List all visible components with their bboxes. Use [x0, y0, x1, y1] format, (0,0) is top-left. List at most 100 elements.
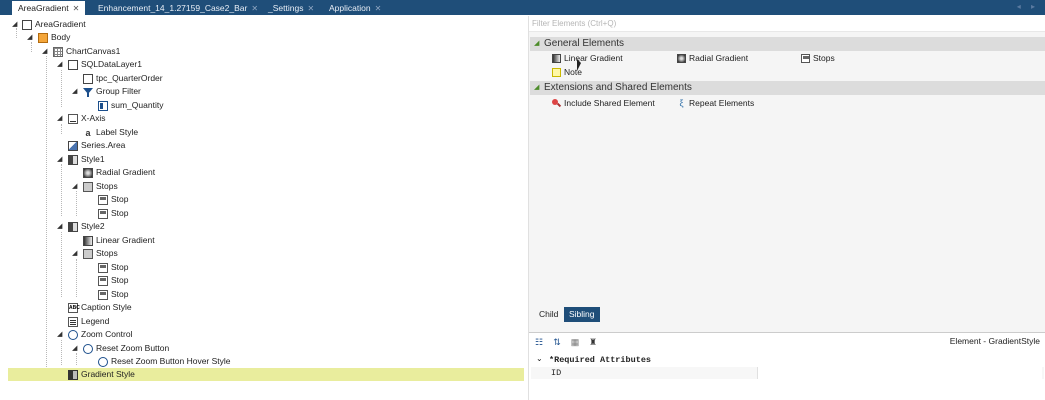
tree-node-stop[interactable]: Stop — [98, 288, 129, 301]
stop-icon — [98, 208, 108, 219]
tree-node-stop[interactable]: Stop — [98, 261, 129, 274]
tree-node-stops-2[interactable]: Stops — [83, 247, 118, 260]
tree-node-label: Style1 — [81, 154, 105, 164]
collapse-triangle-icon[interactable]: ◢ — [72, 345, 80, 353]
tree-node-label-style[interactable]: a Label Style — [83, 126, 138, 139]
sibling-button[interactable]: Sibling — [564, 307, 600, 322]
legend-icon — [68, 316, 78, 327]
attributes-element-title: Element - GradientStyle — [949, 336, 1040, 346]
tree-node-style2[interactable]: Style2 — [68, 220, 105, 233]
agent-icon[interactable]: ♜ — [587, 336, 599, 348]
tree-node-style1[interactable]: Style1 — [68, 153, 105, 166]
collapse-triangle-icon[interactable]: ◢ — [57, 61, 65, 69]
tree-node-radial-gradient[interactable]: Radial Gradient — [83, 166, 155, 179]
tree-node-areagradient[interactable]: AreaGradient — [22, 18, 86, 31]
tree-node-group-filter[interactable]: Group Filter — [83, 85, 141, 98]
child-button[interactable]: Child — [534, 307, 563, 322]
tab-enhancement[interactable]: Enhancement_14_1.27159_Case2_Bar ✕ — [92, 1, 264, 15]
expand-triangle-icon[interactable]: ◢ — [534, 81, 539, 95]
collapse-chevron-icon[interactable]: ⌄ — [536, 354, 543, 366]
id-field[interactable] — [757, 367, 1042, 379]
tree-node-label: Reset Zoom Button Hover Style — [111, 356, 231, 366]
chart-canvas-icon — [53, 46, 63, 57]
tab-settings[interactable]: _Settings ✕ — [262, 1, 320, 15]
tree-node-stop[interactable]: Stop — [98, 207, 129, 220]
tree-node-linear-gradient[interactable]: Linear Gradient — [83, 234, 155, 247]
tree-node-label: Stop — [111, 275, 129, 285]
collapse-triangle-icon[interactable]: ◢ — [27, 34, 35, 42]
collapse-triangle-icon[interactable]: ◢ — [57, 331, 65, 339]
tree-node-legend[interactable]: Legend — [68, 315, 109, 328]
zoom-icon — [98, 356, 108, 367]
tab-areagradient[interactable]: AreaGradient ✕ — [12, 1, 86, 15]
caption-style-icon: ABC — [68, 302, 80, 313]
tree-node-zoom-control[interactable]: Zoom Control — [68, 328, 133, 341]
tree-node-label: Stop — [111, 262, 129, 272]
element-linear-gradient[interactable]: Linear Gradient — [552, 52, 623, 65]
note-icon — [552, 68, 561, 77]
attribute-group-label: *Required Attributes — [549, 355, 652, 365]
tree-node-chartcanvas[interactable]: ChartCanvas1 — [53, 45, 120, 58]
tree-node-tpc-quarterorder[interactable]: tpc_QuarterOrder — [83, 72, 163, 85]
tree-node-label: Series.Area — [81, 140, 126, 150]
close-icon[interactable]: ✕ — [375, 4, 382, 13]
categorized-view-icon[interactable]: ☷ — [533, 336, 545, 348]
element-include-shared[interactable]: Include Shared Element — [552, 97, 655, 110]
element-repeat-elements[interactable]: ξ Repeat Elements — [677, 97, 754, 110]
style-icon — [68, 154, 78, 165]
element-label: Stops — [813, 53, 835, 63]
expand-triangle-icon[interactable]: ◢ — [534, 37, 539, 51]
tree-node-series-area[interactable]: Series.Area — [68, 139, 125, 152]
element-radial-gradient[interactable]: Radial Gradient — [677, 52, 748, 65]
tree-node-stops-1[interactable]: Stops — [83, 180, 118, 193]
collapse-triangle-icon[interactable]: ◢ — [42, 48, 50, 56]
element-stops[interactable]: Stops — [801, 52, 835, 65]
collapse-triangle-icon[interactable]: ◢ — [72, 183, 80, 191]
element-toolbox-panel: Filter Elements (Ctrl+Q) ◢ General Elemen… — [528, 16, 1045, 400]
tree-node-gradient-style[interactable]: Gradient Style — [8, 368, 524, 381]
group-header-general[interactable]: ◢ General Elements — [530, 37, 1045, 51]
collapse-triangle-icon[interactable]: ◢ — [72, 250, 80, 258]
group-header-extensions[interactable]: ◢ Extensions and Shared Elements — [530, 81, 1045, 95]
stop-icon — [98, 275, 108, 286]
tree-node-reset-zoom[interactable]: Reset Zoom Button — [83, 342, 169, 355]
linear-gradient-icon — [552, 54, 561, 63]
close-icon[interactable]: ✕ — [251, 4, 258, 13]
tree-node-reset-zoom-hover[interactable]: Reset Zoom Button Hover Style — [98, 355, 231, 368]
element-tree: ◢ AreaGradient ◢ Body ◢ ChartCanvas1 ◢ S… — [0, 16, 526, 400]
tree-node-x-axis[interactable]: X-Axis — [68, 112, 106, 125]
close-icon[interactable]: ✕ — [307, 4, 314, 13]
tree-node-caption-style[interactable]: ABC Caption Style — [68, 301, 132, 314]
tree-node-label: ChartCanvas1 — [66, 46, 121, 56]
tree-guide — [61, 70, 62, 107]
tree-node-stop[interactable]: Stop — [98, 274, 129, 287]
collapse-triangle-icon[interactable]: ◢ — [72, 88, 80, 96]
tree-node-label: Zoom Control — [81, 329, 133, 339]
body-icon — [38, 32, 48, 43]
tree-node-body[interactable]: Body — [38, 31, 70, 44]
window-controls[interactable]: ◂ ▸ — [1017, 2, 1039, 11]
required-attributes-group[interactable]: ⌄ *Required Attributes — [531, 354, 1044, 366]
tree-node-stop[interactable]: Stop — [98, 193, 129, 206]
tab-application[interactable]: Application ✕ — [323, 1, 387, 15]
tree-guide — [31, 42, 32, 52]
close-icon[interactable]: ✕ — [73, 4, 80, 13]
label-style-icon: a — [85, 127, 91, 138]
sort-alphabetical-icon[interactable]: ⇅ — [551, 336, 563, 348]
tree-node-label: Stop — [111, 208, 129, 218]
element-label: Linear Gradient — [564, 53, 623, 63]
tree-node-label: SQLDataLayer1 — [81, 59, 142, 69]
tree-node-sqldatalayer[interactable]: SQLDataLayer1 — [68, 58, 142, 71]
element-label: Radial Gradient — [689, 53, 749, 63]
tree-node-label: sum_Quantity — [111, 100, 164, 110]
collapse-triangle-icon[interactable]: ◢ — [57, 115, 65, 123]
stops-icon — [801, 54, 810, 63]
collapse-triangle-icon[interactable]: ◢ — [12, 21, 20, 29]
stops-icon — [83, 248, 93, 259]
filter-elements-input[interactable]: Filter Elements (Ctrl+Q) — [529, 16, 1045, 32]
collapse-triangle-icon[interactable]: ◢ — [57, 156, 65, 164]
property-pages-icon[interactable]: ▦ — [569, 336, 581, 348]
collapse-triangle-icon[interactable]: ◢ — [57, 223, 65, 231]
radial-gradient-icon — [83, 167, 93, 178]
tree-node-sum-quantity[interactable]: sum_Quantity — [98, 99, 163, 112]
